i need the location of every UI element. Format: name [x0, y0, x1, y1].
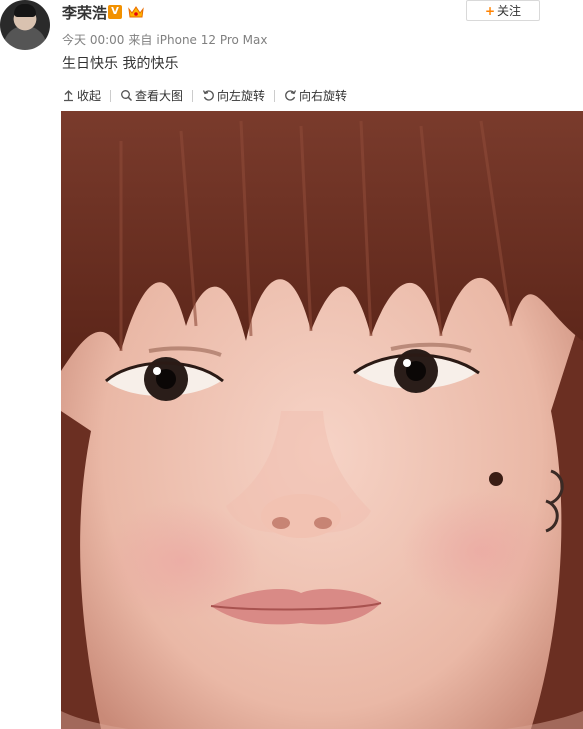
- collapse-button[interactable]: 收起: [62, 87, 101, 104]
- verified-v-icon[interactable]: V: [108, 5, 122, 19]
- user-avatar[interactable]: [0, 0, 50, 50]
- toolbar-divider: [192, 89, 194, 102]
- follow-button[interactable]: + 关注: [466, 0, 540, 21]
- source-device[interactable]: iPhone 12 Pro Max: [156, 33, 267, 47]
- plus-icon: +: [484, 4, 496, 18]
- follow-label: 关注: [497, 4, 522, 18]
- image-toolbar: 收起 查看大图 向左旋转 向右旋转: [62, 87, 347, 104]
- view-large-button[interactable]: 查看大图: [120, 87, 183, 104]
- source-prefix: 来自: [128, 33, 153, 47]
- rotate-left-icon: [202, 90, 214, 101]
- rotate-left-button[interactable]: 向左旋转: [202, 87, 265, 104]
- collapse-label: 收起: [77, 89, 102, 103]
- post-image-illustration: [61, 111, 583, 729]
- post-text: 生日快乐 我的快乐: [62, 56, 179, 72]
- view-large-label: 查看大图: [135, 89, 184, 103]
- toolbar-divider: [110, 89, 112, 102]
- rotate-left-label: 向左旋转: [217, 89, 266, 103]
- username-link[interactable]: 李荣浩: [62, 2, 107, 23]
- rotate-right-label: 向右旋转: [299, 89, 348, 103]
- post-time[interactable]: 今天 00:00: [62, 33, 124, 47]
- avatar-hair: [14, 4, 36, 17]
- rotate-right-button[interactable]: 向右旋转: [284, 87, 347, 104]
- arrow-up-icon: [64, 90, 73, 102]
- toolbar-divider: [274, 89, 276, 102]
- rotate-right-icon: [285, 90, 297, 101]
- post-meta: 今天 00:00 来自 iPhone 12 Pro Max: [62, 31, 272, 48]
- crown-member-icon[interactable]: [127, 4, 145, 20]
- post-image[interactable]: [61, 111, 583, 729]
- magnifier-icon: [121, 90, 133, 102]
